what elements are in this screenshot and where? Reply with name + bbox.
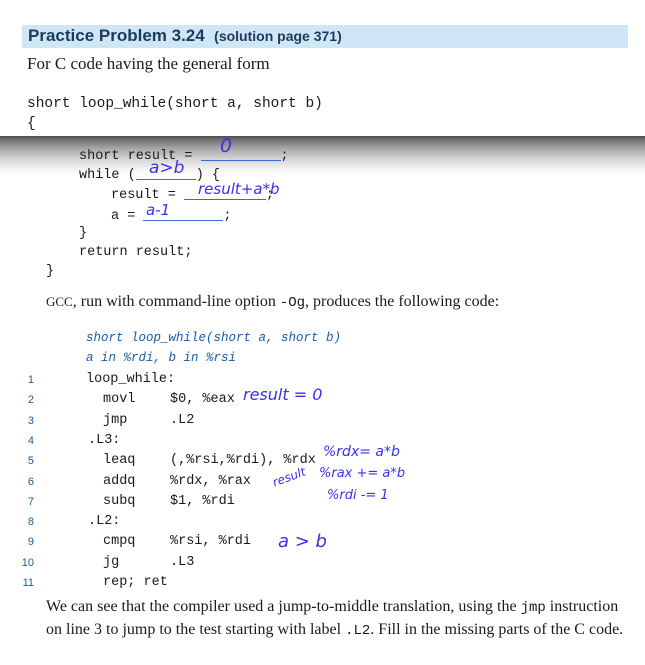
asm-operands: $0, %eax [170,392,235,408]
asm-opcode: addq [103,473,136,489]
solution-reference: (solution page 371) [214,28,342,44]
asm-line-number: 4 [27,434,34,447]
asm-operands: .L2 [170,412,195,428]
asm-label: loop_while: [86,372,176,387]
asm-line-number: 3 [27,414,34,427]
handwritten-condition: a>b [149,158,185,178]
blank-init [200,145,281,161]
c-a-assign: a = ; [111,205,232,224]
gcc-sentence: GCC, run with command-line option -Og, p… [46,293,500,311]
asm-operands: .L3 [170,554,195,570]
asm-opcode: rep; ret [103,575,168,590]
c-signature: short loop_while(short a, short b) [27,96,323,112]
asm-opcode: subq [103,493,136,509]
handwritten-note-leaq: %rdx= a*b [323,444,400,460]
handwritten-note-result-word: result [270,464,308,490]
handwritten-a-expr: a-1 [146,201,171,219]
asm-line-number: 8 [27,516,34,529]
asm-operands: %rsi, %rdi [170,534,252,550]
handwritten-init: 0 [220,135,233,157]
asm-operands: %rdx, %rax [170,473,252,489]
handwritten-result-expr: result+a*b [198,180,280,198]
asm-label: .L3: [88,432,121,448]
asm-line-number: 10 [21,556,34,569]
problem-title: Practice Problem 3.24 (solution page 371… [28,26,342,45]
handwritten-note-subq: %rdi -= 1 [327,488,389,503]
asm-line-number: 1 [27,374,34,386]
handwritten-note-addq: %rax += a*b [319,466,406,481]
asm-operands: $1, %rdi [170,493,235,509]
asm-opcode: jg [103,554,120,570]
c-open-brace: { [27,116,36,132]
asm-opcode: jmp [103,412,128,428]
asm-line-number: 7 [27,495,34,508]
handwritten-note-movl: result = 0 [243,385,323,404]
handwritten-note-cmpq: a > b [278,531,327,552]
c-inner-close: } [79,226,88,241]
asm-operands: (,%rsi,%rdi), %rdx [170,453,316,469]
asm-opcode: leaq [103,453,136,469]
c-return: return result; [79,245,193,260]
asm-line-number: 11 [22,577,34,589]
asm-comment-signature: short loop_while(short a, short b) [86,331,342,345]
closing-paragraph: We can see that the compiler used a jump… [46,598,624,639]
asm-opcode: cmpq [103,534,136,550]
asm-opcode: movl [103,392,136,408]
asm-line-number: 5 [27,455,34,468]
asm-line-number: 2 [27,394,34,407]
intro-text: For C code having the general form [27,54,270,73]
asm-line-number: 9 [27,536,34,549]
c-outer-close: } [46,264,55,279]
asm-line-number: 6 [27,475,34,488]
asm-comment-registers: a in %rdi, b in %rsi [86,351,237,365]
asm-label: .L2: [88,514,121,530]
